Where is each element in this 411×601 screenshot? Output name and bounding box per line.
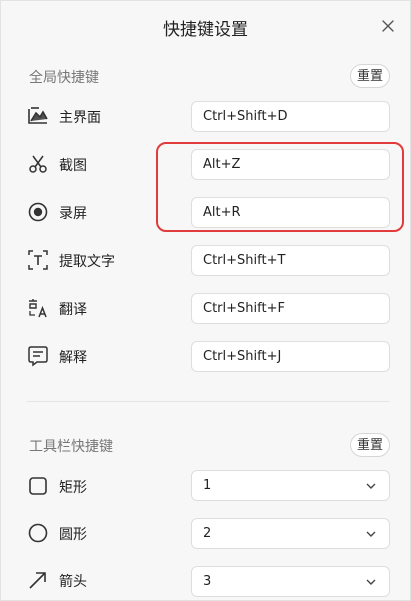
row-label-arrow: 箭头 [59,574,87,590]
rectangle-shortcut-value: 1 [203,478,212,493]
screen-record-shortcut-field[interactable]: Alt+R [191,197,390,228]
row-label-screen-record: 录屏 [59,206,87,222]
arrow-shortcut-select[interactable]: 3 [191,566,390,597]
toolbar-shortcuts-heading: 工具栏快捷键 [29,439,113,455]
toolbar-reset-button[interactable]: 重置 [350,433,390,457]
row-label-main-window: 主界面 [59,110,101,126]
row-label-explain: 解释 [59,350,87,366]
shortcut-settings-window: 快捷键设置 全局快捷键 重置 主界面 Ctrl+Shift+D 截图 Alt+Z [0,0,411,601]
window-title: 快捷键设置 [163,20,248,40]
scissors-icon [27,153,49,175]
global-reset-button[interactable]: 重置 [350,64,390,88]
row-label-screenshot: 截图 [59,158,87,174]
arrow-shortcut-value: 3 [203,574,212,589]
translate-shortcut-field[interactable]: Ctrl+Shift+F [191,293,390,324]
title-bar: 快捷键设置 [1,1,410,51]
rectangle-shortcut-select[interactable]: 1 [191,470,390,501]
explain-icon [27,345,49,367]
screenshot-shortcut-field[interactable]: Alt+Z [191,149,390,180]
arrow-icon [27,569,49,591]
section-divider [27,401,390,402]
row-label-rectangle: 矩形 [59,480,87,496]
row-label-translate: 翻译 [59,302,87,318]
chevron-down-icon [366,483,376,489]
rectangle-icon [27,475,49,497]
translate-icon [27,297,49,319]
main-window-shortcut-field[interactable]: Ctrl+Shift+D [191,101,390,132]
close-icon [382,20,394,32]
chevron-down-icon [366,531,376,537]
close-button[interactable] [378,16,398,36]
explain-shortcut-field[interactable]: Ctrl+Shift+J [191,341,390,372]
circle-shortcut-select[interactable]: 2 [191,518,390,549]
global-shortcuts-heading: 全局快捷键 [29,70,99,86]
main-window-icon [27,105,49,127]
circle-shortcut-value: 2 [203,526,212,541]
record-icon [27,201,49,223]
extract-text-shortcut-field[interactable]: Ctrl+Shift+T [191,245,390,276]
circle-icon [27,522,49,544]
chevron-down-icon [366,579,376,585]
text-extract-icon [27,249,49,271]
row-label-extract-text: 提取文字 [59,254,115,270]
row-label-circle: 圆形 [59,527,87,543]
